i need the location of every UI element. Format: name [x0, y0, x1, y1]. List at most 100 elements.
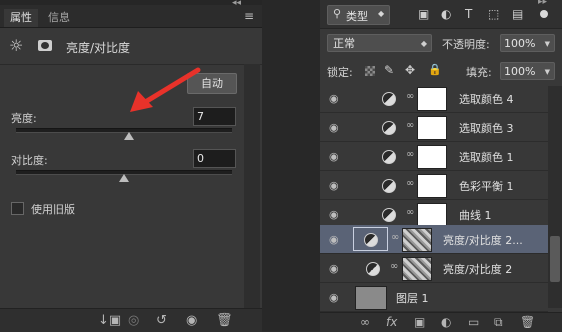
- layer-row[interactable]: ◉ ∞ 色彩平衡 1: [320, 171, 548, 200]
- visibility-eye-icon[interactable]: ◉: [329, 121, 339, 134]
- filter-kind-select[interactable]: ⚲ 类型 ◆: [327, 5, 390, 25]
- filter-toggle-icon[interactable]: [540, 10, 548, 18]
- new-adjustment-icon[interactable]: ◐: [441, 315, 451, 329]
- layers-panel: ▸▸ ⚲ 类型 ◆ ▣ ◐ T ⬚ ▤ 正常 ◆ 不透明度: 100% ▼ 锁定…: [320, 0, 562, 332]
- layer-mask-thumbnail[interactable]: [417, 145, 447, 169]
- use-legacy-checkbox[interactable]: [11, 202, 24, 215]
- delete-layer-icon[interactable]: 🗑: [520, 315, 535, 329]
- link-chain-icon[interactable]: ∞: [406, 149, 414, 160]
- contrast-label: 对比度:: [11, 154, 48, 167]
- link-chain-icon[interactable]: ∞: [391, 232, 399, 243]
- layer-name[interactable]: 亮度/对比度 2: [443, 261, 512, 277]
- selective-color-icon: [382, 92, 396, 106]
- layer-row[interactable]: ◉ ∞ 亮度/对比度 2: [320, 254, 548, 283]
- lock-position-icon[interactable]: ✥: [405, 63, 415, 77]
- mask-icon[interactable]: [38, 40, 52, 51]
- layers-bottom-bar: ∞ fx ▣ ◐ ▭ ⧉ 🗑: [320, 312, 562, 332]
- properties-scrollbar[interactable]: [244, 64, 260, 308]
- opacity-label: 不透明度:: [442, 38, 490, 51]
- fill-value: 100%: [504, 65, 536, 78]
- visibility-eye-icon[interactable]: ◉: [329, 262, 339, 275]
- add-mask-icon[interactable]: ▣: [414, 315, 425, 329]
- tab-properties[interactable]: 属性: [4, 9, 38, 27]
- clip-to-layer-icon[interactable]: ↓▣: [98, 313, 121, 328]
- delete-icon[interactable]: 🗑: [216, 313, 233, 328]
- layer-name[interactable]: 选取颜色 3: [459, 120, 514, 136]
- layer-mask-thumbnail[interactable]: [417, 174, 447, 198]
- opacity-field[interactable]: 100% ▼: [500, 34, 555, 52]
- new-layer-icon[interactable]: ⧉: [494, 315, 503, 330]
- brightness-label: 亮度:: [11, 112, 37, 125]
- layer-row-selected[interactable]: ◉ ∞ 亮度/对比度 2...: [320, 225, 548, 254]
- visibility-eye-icon[interactable]: ◉: [329, 291, 339, 304]
- fill-label: 填充:: [466, 66, 492, 79]
- view-previous-icon[interactable]: ◎: [128, 313, 139, 328]
- link-chain-icon[interactable]: ∞: [390, 261, 398, 272]
- adjustment-header: ☼ 亮度/对比度: [0, 28, 262, 65]
- filter-type-icon[interactable]: T: [465, 7, 472, 21]
- filter-adjustment-icon[interactable]: ◐: [441, 7, 451, 21]
- filter-pixel-icon[interactable]: ▣: [418, 7, 429, 21]
- panel-menu-icon[interactable]: ≡: [244, 9, 254, 23]
- layer-name[interactable]: 色彩平衡 1: [459, 178, 514, 194]
- layer-name[interactable]: 曲线 1: [459, 207, 492, 223]
- layer-style-icon[interactable]: fx: [386, 315, 397, 329]
- visibility-eye-icon[interactable]: ◉: [329, 179, 339, 192]
- expand-icon[interactable]: ▸▸: [538, 0, 547, 7]
- contrast-slider-thumb[interactable]: [119, 174, 129, 182]
- blend-row: 正常 ◆ 不透明度: 100% ▼: [320, 30, 562, 56]
- brightness-contrast-icon: [366, 262, 380, 276]
- brightness-sun-icon: ☼: [9, 36, 24, 55]
- filter-smart-object-icon[interactable]: ▤: [512, 7, 523, 21]
- reset-icon[interactable]: ↺: [156, 313, 167, 328]
- layer-mask-thumbnail[interactable]: [417, 87, 447, 111]
- blend-mode-select[interactable]: 正常 ◆: [327, 34, 432, 52]
- layer-mask-thumbnail[interactable]: [402, 228, 432, 252]
- layer-thumbnail[interactable]: [355, 286, 387, 310]
- link-chain-icon[interactable]: ∞: [406, 207, 414, 218]
- tab-info[interactable]: 信息: [42, 9, 76, 27]
- link-layers-icon[interactable]: ∞: [360, 315, 370, 329]
- layer-row[interactable]: ◉ ∞ 选取颜色 1: [320, 142, 548, 171]
- layer-mask-thumbnail[interactable]: [417, 116, 447, 140]
- layer-mask-thumbnail[interactable]: [417, 203, 447, 227]
- layer-name[interactable]: 亮度/对比度 2...: [443, 232, 523, 248]
- toggle-visibility-icon[interactable]: ◉: [186, 313, 197, 328]
- new-group-icon[interactable]: ▭: [468, 315, 479, 329]
- blend-mode-chevron-icon: ◆: [420, 39, 427, 48]
- layer-row[interactable]: ◉ ∞ 选取颜色 3: [320, 113, 548, 142]
- lock-pixels-icon[interactable]: ✎: [384, 63, 394, 77]
- filter-shape-icon[interactable]: ⬚: [488, 7, 499, 21]
- lock-row: 锁定: ✎ ✥ 🔒 填充: 100% ▼: [320, 58, 562, 84]
- lock-label: 锁定:: [327, 66, 353, 79]
- lock-all-icon[interactable]: 🔒: [428, 63, 442, 76]
- layers-filter-bar: ▸▸ ⚲ 类型 ◆ ▣ ◐ T ⬚ ▤: [320, 0, 562, 29]
- link-chain-icon[interactable]: ∞: [406, 91, 414, 102]
- brightness-slider-thumb[interactable]: [124, 132, 134, 140]
- link-chain-icon[interactable]: ∞: [406, 178, 414, 189]
- filter-search-icon: ⚲: [333, 7, 342, 20]
- properties-panel: ◂◂ 属性 信息 ≡ ☼ 亮度/对比度 自动 亮度: 7 对比度: 0 使用旧版…: [0, 0, 262, 332]
- fill-field[interactable]: 100% ▼: [500, 62, 555, 80]
- annotation-arrow: [130, 67, 201, 112]
- layer-name[interactable]: 选取颜色 1: [459, 149, 514, 165]
- brightness-contrast-icon: [364, 233, 378, 247]
- visibility-eye-icon[interactable]: ◉: [329, 233, 339, 246]
- layers-scrollbar-thumb[interactable]: [550, 236, 560, 282]
- visibility-eye-icon[interactable]: ◉: [329, 208, 339, 221]
- contrast-input[interactable]: 0: [193, 149, 236, 168]
- layer-name[interactable]: 选取颜色 4: [459, 91, 514, 107]
- link-chain-icon[interactable]: ∞: [406, 120, 414, 131]
- layer-row[interactable]: ◉ ∞ 选取颜色 4: [320, 84, 548, 113]
- layer-row[interactable]: ◉ 图层 1: [320, 283, 548, 312]
- blend-mode-value: 正常: [333, 37, 355, 50]
- lock-transparent-icon[interactable]: [365, 66, 375, 76]
- layer-name[interactable]: 图层 1: [396, 290, 429, 306]
- properties-tab-bar: 属性 信息 ≡: [0, 5, 262, 28]
- selective-color-icon: [382, 121, 396, 135]
- layer-mask-thumbnail[interactable]: [402, 257, 432, 281]
- adjustment-thumbnail-frame[interactable]: [353, 227, 388, 251]
- properties-bottom-bar: ↓▣ ◎ ↺ ◉ 🗑: [0, 308, 262, 332]
- visibility-eye-icon[interactable]: ◉: [329, 92, 339, 105]
- visibility-eye-icon[interactable]: ◉: [329, 150, 339, 163]
